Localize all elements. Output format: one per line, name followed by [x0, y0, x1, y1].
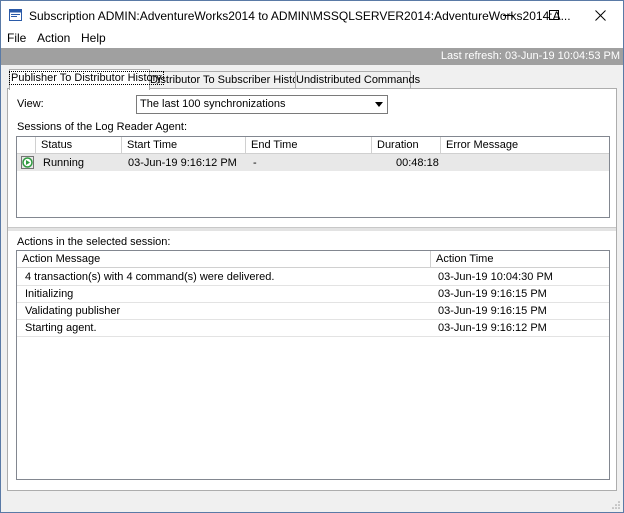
resize-grip-icon[interactable] — [611, 500, 621, 510]
action-message: Validating publisher — [25, 305, 121, 317]
action-time: 03-Jun-19 9:16:15 PM — [438, 305, 547, 317]
table-row[interactable]: Starting agent. 03-Jun-19 9:16:12 PM — [17, 320, 609, 337]
column-header-end-time[interactable]: End Time — [246, 137, 372, 154]
tab-publisher-to-distributor[interactable]: Publisher To Distributor History — [9, 69, 164, 90]
minimize-button[interactable] — [485, 1, 531, 30]
close-button[interactable] — [577, 1, 623, 30]
menu-action[interactable]: Action — [37, 31, 70, 45]
panel-splitter[interactable] — [8, 227, 616, 231]
title-bar[interactable]: Subscription ADMIN:AdventureWorks2014 to… — [1, 1, 623, 30]
session-status: Running — [43, 157, 84, 169]
menu-file-label: File — [7, 31, 27, 45]
session-start-time: 03-Jun-19 9:16:12 PM — [128, 157, 237, 169]
action-message: 4 transaction(s) with 4 command(s) were … — [25, 271, 275, 283]
menu-help-label: Help — [81, 31, 106, 45]
column-header-action-time[interactable]: Action Time — [431, 251, 609, 268]
minimize-icon — [502, 15, 513, 16]
table-row[interactable]: Running 03-Jun-19 9:16:12 PM - 00:48:18 — [17, 154, 609, 171]
table-row[interactable]: 4 transaction(s) with 4 command(s) were … — [17, 268, 609, 285]
subscription-window: Subscription ADMIN:AdventureWorks2014 to… — [0, 0, 624, 513]
table-row[interactable]: Initializing 03-Jun-19 9:16:15 PM — [17, 286, 609, 303]
refresh-status-bar: Last refresh: 03-Jun-19 10:04:53 PM — [1, 48, 623, 65]
running-status-icon — [21, 156, 34, 169]
close-icon — [594, 10, 606, 21]
maximize-icon — [548, 10, 559, 20]
tab-label: Undistributed Commands — [296, 74, 421, 86]
sessions-label: Sessions of the Log Reader Agent: — [17, 121, 188, 133]
tab-page: View: The last 100 synchronizations Sess… — [7, 88, 617, 491]
menu-bar: File Action Help — [1, 30, 623, 48]
action-time: 03-Jun-19 9:16:15 PM — [438, 288, 547, 300]
last-refresh-text: Last refresh: 03-Jun-19 10:04:53 PM — [440, 50, 620, 62]
action-time: 03-Jun-19 9:16:12 PM — [438, 322, 547, 334]
menu-file[interactable]: File — [7, 31, 26, 45]
tab-undistributed-commands[interactable]: Undistributed Commands — [295, 71, 420, 89]
column-header-status[interactable]: Status — [36, 137, 122, 154]
view-label: View: — [17, 98, 44, 110]
menu-help[interactable]: Help — [81, 31, 106, 45]
column-header-action-message[interactable]: Action Message — [17, 251, 431, 268]
sessions-grid: Status Start Time End Time Duration Erro… — [16, 136, 610, 218]
actions-grid: Action Message Action Time 4 transaction… — [16, 250, 610, 480]
view-select-value: The last 100 synchronizations — [140, 98, 286, 110]
action-time: 03-Jun-19 10:04:30 PM — [438, 271, 553, 283]
view-select[interactable]: The last 100 synchronizations — [136, 95, 388, 114]
sessions-row-header-col — [17, 137, 36, 154]
tab-label: Distributor To Subscriber History — [150, 74, 308, 86]
action-message: Starting agent. — [25, 322, 97, 334]
maximize-button[interactable] — [531, 1, 577, 30]
tab-distributor-to-subscriber[interactable]: Distributor To Subscriber History — [149, 71, 308, 89]
column-header-duration[interactable]: Duration — [372, 137, 441, 154]
actions-label: Actions in the selected session: — [17, 236, 171, 248]
table-row[interactable]: Validating publisher 03-Jun-19 9:16:15 P… — [17, 303, 609, 320]
session-end-time: - — [253, 157, 257, 169]
session-duration: 00:48:18 — [396, 157, 439, 169]
status-bar — [1, 492, 623, 512]
replication-monitor-icon — [9, 9, 22, 21]
chevron-down-icon[interactable] — [372, 96, 387, 113]
tab-label: Publisher To Distributor History — [9, 71, 164, 85]
column-header-start-time[interactable]: Start Time — [122, 137, 246, 154]
column-header-error-message[interactable]: Error Message — [441, 137, 609, 154]
row-divider — [17, 336, 609, 337]
menu-action-label: Action — [37, 31, 71, 45]
action-message: Initializing — [25, 288, 74, 300]
